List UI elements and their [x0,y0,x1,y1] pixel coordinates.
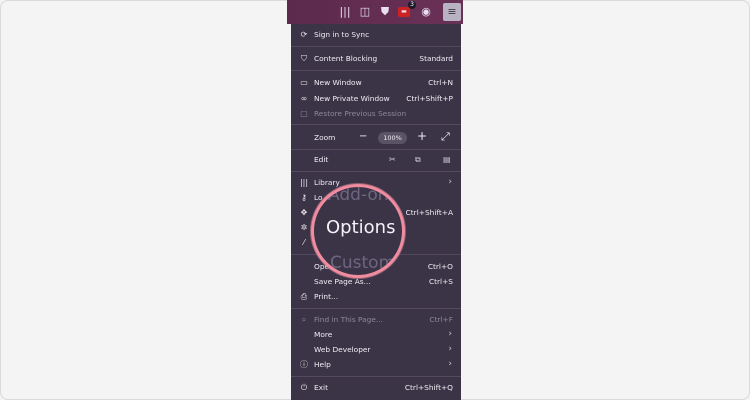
menu-item-label: Web Developer [314,345,371,354]
divider [291,171,461,172]
puzzle-icon: ✥ [300,208,308,217]
zoom-label: Zoom [314,133,336,142]
shortcut-text: Ctrl+Shift+Q [404,383,453,392]
paste-icon[interactable]: ▤ [443,155,451,164]
shortcut-text: Ctrl+Shift+A [405,208,453,217]
magnified-customize-text: Customize [330,253,402,273]
extension-badge: 3 [408,1,416,9]
browser-toolbar [287,0,463,24]
menu-item-label: Restore Previous Session [314,109,407,118]
chevron-right-icon: › [448,329,452,339]
library-icon: ||| [299,178,309,187]
menu-item-sync[interactable]: ⟳ Sign in to Sync [291,27,461,42]
brush-icon: ⁄ [303,238,305,247]
fullscreen-icon[interactable]: ⤢ [441,130,450,144]
menu-item-label: More [314,330,333,339]
menu-item-web-developer[interactable]: Web Developer › [291,342,461,357]
key-icon: ⚷ [301,193,307,202]
menu-item-more[interactable]: More › [291,327,461,342]
mask-icon: ∞ [300,94,308,103]
shortcut-text: Ctrl+O [427,262,453,271]
shield-icon: ⛉ [301,54,307,63]
menu-item-new-window[interactable]: ▭ New Window Ctrl+N [291,75,461,90]
divider [291,308,461,309]
window-icon: ▭ [300,78,308,87]
zoom-out-button[interactable]: − [359,131,367,142]
chevron-right-icon: › [448,344,452,354]
menu-item-zoom: Zoom [291,128,461,148]
menu-item-label: New Window [314,78,362,87]
chevron-right-icon: › [448,359,452,369]
divider [291,46,461,47]
library-icon[interactable]: ||| [338,5,352,19]
shield-icon[interactable]: ⛊ [378,5,392,19]
shortcut-text: Ctrl+Shift+P [406,94,453,103]
magnified-addons-text: Add-ons [328,185,398,205]
help-icon: ⓘ [300,360,308,369]
shortcut-text: Ctrl+F [429,315,453,324]
menu-item-exit[interactable]: ⏻ Exit Ctrl+Shift+Q [291,380,461,395]
menu-item-help[interactable]: ⓘ Help › [291,357,461,372]
menu-item-label: Exit [314,383,328,392]
divider [291,376,461,377]
menu-item-print[interactable]: ⎙ Print... [291,289,461,304]
account-icon[interactable]: ◉ [419,5,433,19]
divider [291,149,461,150]
menu-item-restore-session: ▢ Restore Previous Session [291,106,461,121]
menu-item-label: Content Blocking [314,54,378,63]
menu-item-content-blocking[interactable]: ⛉ Content Blocking Standard [291,51,461,66]
search-icon: ⌕ [301,315,307,324]
menu-item-find[interactable]: ⌕ Find in This Page... Ctrl+F [291,312,461,327]
menu-icon[interactable]: ≡ [443,3,461,21]
menu-item-edit: Edit [291,152,461,167]
menu-item-label: Print... [314,292,339,301]
menu-item-label: New Private Window [314,94,390,103]
sidebar-icon[interactable]: ◫ [358,5,372,19]
magnified-options-label[interactable]: Options [326,217,395,238]
restore-icon: ▢ [300,109,308,118]
shortcut-text: Ctrl+N [428,78,453,87]
menu-item-private-window[interactable]: ∞ New Private Window Ctrl+Shift+P [291,91,461,106]
menu-item-label: Find in This Page... [314,315,383,324]
menu-item-save-page[interactable]: Save Page As... Ctrl+S [291,274,461,289]
divider [291,124,461,125]
copy-icon[interactable]: ⧉ [415,155,421,165]
printer-icon: ⎙ [300,292,308,301]
cut-icon[interactable]: ✂ [389,155,396,164]
shortcut-text: Ctrl+S [428,277,453,286]
options-highlight-magnifier: Add-ons Options Customize [311,184,405,278]
menu-item-label: Edit [314,155,329,164]
zoom-in-button[interactable]: + [417,129,427,143]
extension-icon[interactable]: ▬ [398,7,410,17]
chevron-right-icon: › [448,177,452,187]
zoom-reset-button[interactable]: 100% [378,132,407,144]
menu-item-label: Help [314,360,331,369]
menu-item-label: Sign in to Sync [314,30,370,39]
power-icon: ⏻ [300,383,308,392]
sync-icon: ⟳ [300,30,308,39]
divider [291,70,461,71]
content-blocking-value: Standard [419,54,453,63]
gear-icon: ✲ [300,223,308,232]
